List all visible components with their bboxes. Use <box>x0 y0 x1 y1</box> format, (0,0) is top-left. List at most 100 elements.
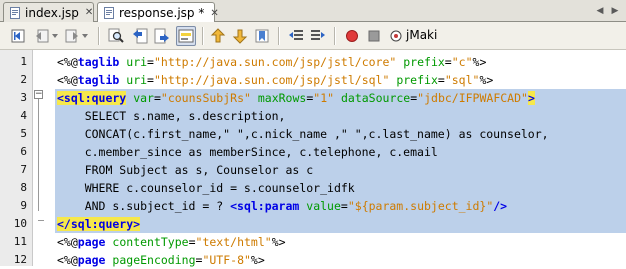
code-line[interactable]: 12 <%@page pageEncoding="UTF-8"%> <box>0 251 626 269</box>
code-token: taglib <box>77 55 120 69</box>
code-token: uri <box>126 73 148 87</box>
code-token: "UTF-8" <box>202 253 251 267</box>
toolbar-separator <box>278 27 280 45</box>
jmaki-label[interactable]: jMaki <box>406 28 437 42</box>
tab-label: response.jsp * <box>119 6 205 20</box>
line-number: 12 <box>13 253 27 266</box>
shift-line-left-button[interactable] <box>286 26 306 46</box>
forward-button[interactable] <box>62 26 82 46</box>
code-text: AND s.subject_id = ? <sql:param value="$… <box>57 197 507 215</box>
next-bookmark-icon <box>232 29 248 44</box>
code-token: "${param.subject_id}" <box>347 199 494 213</box>
code-token: <%@ <box>57 253 78 267</box>
code-line[interactable]: 8 WHERE c.counselor_id = s.counselor_idf… <box>0 179 626 197</box>
line-number: 11 <box>13 235 27 248</box>
toggle-bookmark-icon <box>255 29 269 43</box>
code-token: page <box>77 253 106 267</box>
code-line[interactable]: 11 <%@page contentType="text/html"%> <box>0 233 626 251</box>
code-token: "1" <box>313 91 335 105</box>
code-token: %> <box>250 253 265 267</box>
matching-tag-highlight: > <box>133 217 141 231</box>
forward-dropdown-button[interactable] <box>80 26 90 46</box>
code-token: page <box>77 235 106 249</box>
next-bookmark-button[interactable] <box>230 26 250 46</box>
line-number: 5 <box>20 127 27 140</box>
code-line[interactable]: 4 SELECT s.name, s.description, <box>0 107 626 125</box>
code-token: "jdbc/IFPWAFCAD" <box>417 91 528 105</box>
scroll-tabs-right-icon[interactable]: ▶ <box>608 4 622 18</box>
code-editor[interactable]: 1 <%@taglib uri="http://java.sun.com/jsp/… <box>0 50 626 269</box>
code-token: <%@ <box>57 235 78 249</box>
stop-macro-recording-button[interactable] <box>364 26 384 46</box>
back-dropdown-button[interactable] <box>50 26 60 46</box>
code-token: <sql:param <box>230 199 300 213</box>
code-token: "sql" <box>444 73 480 87</box>
jsp-file-icon <box>103 7 115 19</box>
code-token: contentType <box>112 235 189 249</box>
line-number: 2 <box>20 73 27 86</box>
collapse-fold-icon[interactable]: − <box>34 90 43 99</box>
last-edit-button[interactable] <box>8 26 28 46</box>
jmaki-button[interactable] <box>386 26 406 46</box>
code-text: WHERE c.counselor_id = s.counselor_idfk <box>57 179 355 197</box>
fold-end-marker <box>38 220 44 221</box>
code-line[interactable]: 9 AND s.subject_id = ? <sql:param value=… <box>0 197 626 215</box>
code-line[interactable]: 3 <sql:query var="counsSubjRs" maxRows="1… <box>0 89 626 107</box>
code-line[interactable]: 2 <%@taglib uri="http://java.sun.com/jsp/… <box>0 71 626 89</box>
line-number: 9 <box>20 199 27 212</box>
chevron-down-icon <box>82 34 88 38</box>
code-token: <%@ <box>57 55 78 69</box>
start-macro-recording-button[interactable] <box>342 26 362 46</box>
code-line[interactable]: 6 c.member_since as memberSince, c.telep… <box>0 143 626 161</box>
code-token: prefix <box>396 73 438 87</box>
close-icon[interactable]: ✕ <box>85 7 93 18</box>
toolbar-separator <box>334 27 336 45</box>
code-token: "text/html" <box>195 235 272 249</box>
code-token: var <box>133 91 154 105</box>
code-token: CONCAT(c.first_name," ",c.nick_name ," "… <box>57 127 549 141</box>
code-text: <%@page pageEncoding="UTF-8"%> <box>57 251 265 269</box>
code-line[interactable]: 7 FROM Subject as s, Counselor as c <box>0 161 626 179</box>
tab-index-jsp[interactable]: index.jsp ✕ <box>3 2 94 22</box>
line-number: 3 <box>20 91 27 104</box>
shift-line-right-button[interactable] <box>308 26 328 46</box>
find-next-icon <box>154 28 169 44</box>
editor-tab-bar: index.jsp ✕ response.jsp * ✕ ◀ ▶ <box>0 0 626 23</box>
find-button[interactable] <box>106 26 126 46</box>
selection-highlight <box>55 215 626 233</box>
toolbar-separator <box>202 27 204 45</box>
code-line[interactable]: 5 CONCAT(c.first_name," ",c.nick_name ,"… <box>0 125 626 143</box>
line-number: 10 <box>13 217 27 230</box>
code-token: = <box>437 73 445 87</box>
code-token: "counsSubjRs" <box>160 91 251 105</box>
find-next-button[interactable] <box>152 26 172 46</box>
close-icon[interactable]: ✕ <box>210 8 218 19</box>
back-button[interactable] <box>32 26 52 46</box>
code-token: SELECT s.name, s.description, <box>57 109 286 123</box>
scroll-tabs-left-icon[interactable]: ◀ <box>593 4 607 18</box>
code-token: prefix <box>403 55 445 69</box>
stop-macro-icon <box>368 30 380 42</box>
code-line[interactable]: 10 </sql:query> <box>0 215 626 233</box>
toggle-highlight-search-button[interactable] <box>176 26 196 46</box>
code-token: uri <box>126 55 148 69</box>
code-text: <%@taglib uri="http://java.sun.com/jsp/j… <box>57 53 486 71</box>
code-text: <%@taglib uri="http://java.sun.com/jsp/j… <box>57 71 493 89</box>
code-text: <sql:query var="counsSubjRs" maxRows="1"… <box>57 89 535 107</box>
code-token: dataSource <box>340 91 411 105</box>
tab-response-jsp[interactable]: response.jsp * ✕ <box>97 2 219 23</box>
editor-toolbar: jMaki <box>0 22 626 50</box>
code-line[interactable]: 1 <%@taglib uri="http://java.sun.com/jsp/… <box>0 53 626 71</box>
matching-tag-highlight: </sql:query <box>57 217 134 231</box>
line-number: 4 <box>20 109 27 122</box>
forward-icon <box>65 29 78 43</box>
line-number: 6 <box>20 145 27 158</box>
toggle-bookmark-button[interactable] <box>252 26 272 46</box>
toolbar-separator <box>98 27 100 45</box>
previous-bookmark-button[interactable] <box>208 26 228 46</box>
code-text: CONCAT(c.first_name," ",c.nick_name ," "… <box>57 125 549 143</box>
code-token: AND s.subject_id = ? <box>57 199 231 213</box>
find-previous-button[interactable] <box>130 26 150 46</box>
chevron-down-icon <box>52 34 58 38</box>
